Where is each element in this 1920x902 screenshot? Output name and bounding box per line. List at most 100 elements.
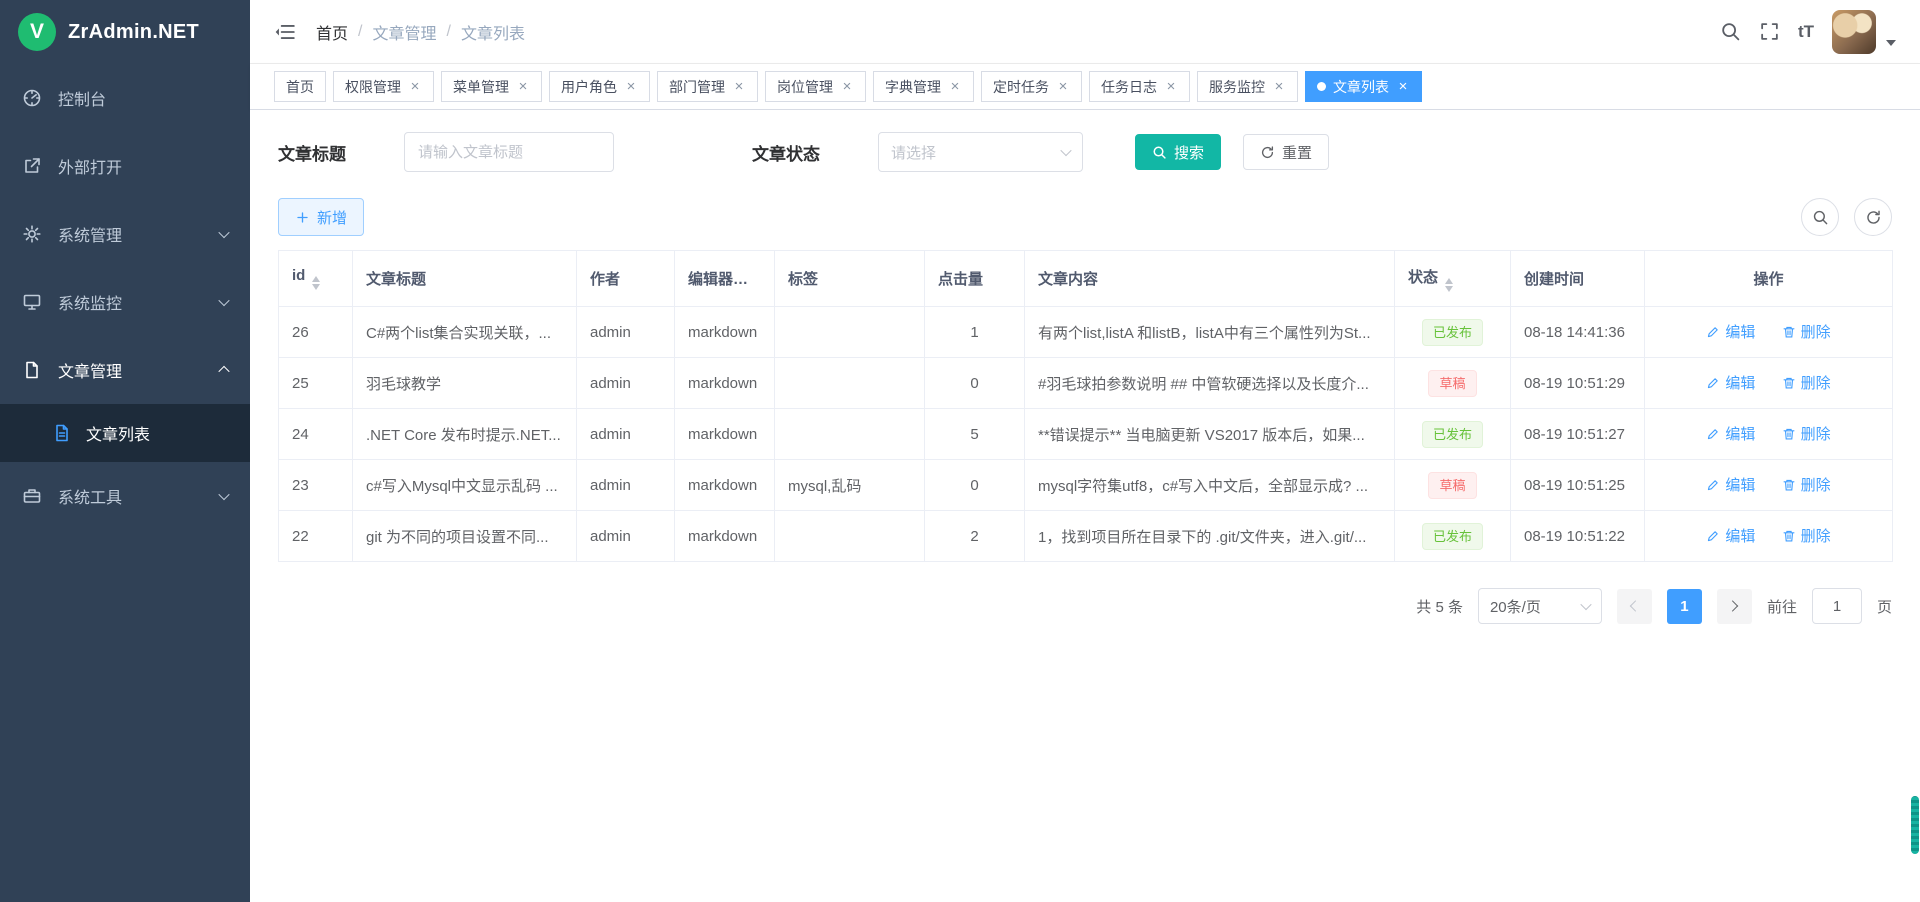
close-icon[interactable] (1164, 80, 1178, 94)
cell-content: 1，找到项目所在目录下的 .git/文件夹，进入.git/... (1025, 511, 1395, 562)
sidebar-item-system-management[interactable]: 系统管理 (0, 200, 250, 268)
tab-label: 岗位管理 (777, 77, 833, 97)
delete-link[interactable]: 删除 (1782, 372, 1831, 393)
close-icon[interactable] (516, 80, 530, 94)
search-icon (1152, 145, 1167, 160)
sidebar-item-system-monitor[interactable]: 系统监控 (0, 268, 250, 336)
tab-article-list[interactable]: 文章列表 (1305, 71, 1422, 102)
chevron-down-icon (220, 298, 228, 306)
top-bar: 首页 / 文章管理 / 文章列表 tT (250, 0, 1920, 64)
close-icon[interactable] (732, 80, 746, 94)
prev-page-button[interactable] (1617, 589, 1652, 624)
refresh-button[interactable] (1854, 198, 1892, 236)
chevron-down-icon[interactable] (1886, 40, 1896, 46)
sidebar-item-article-list[interactable]: 文章列表 (0, 404, 250, 462)
goto-page-input[interactable] (1812, 588, 1862, 624)
edit-link[interactable]: 编辑 (1706, 372, 1755, 393)
column-header-status[interactable]: 状态 (1395, 251, 1511, 307)
delete-link[interactable]: 删除 (1782, 321, 1831, 342)
delete-link[interactable]: 删除 (1782, 474, 1831, 495)
sidebar-item-external-open[interactable]: 外部打开 (0, 132, 250, 200)
sidebar: V ZrAdmin.NET 控制台 外部打开 系统管理 (0, 0, 250, 902)
breadcrumb-home[interactable]: 首页 (316, 20, 348, 44)
refresh-icon (1260, 145, 1275, 160)
search-button[interactable]: 搜索 (1135, 134, 1221, 170)
edit-link[interactable]: 编辑 (1706, 321, 1755, 342)
cell-title: .NET Core 发布时提示.NET... (353, 409, 577, 460)
avatar[interactable] (1832, 10, 1876, 54)
edit-link[interactable]: 编辑 (1706, 474, 1755, 495)
tab-dictionary-management[interactable]: 字典管理 (873, 71, 974, 102)
fullscreen-icon[interactable] (1759, 21, 1780, 42)
cell-title: 羽毛球教学 (353, 358, 577, 409)
edit-icon (1706, 427, 1720, 441)
trash-icon (1782, 376, 1796, 390)
tab-post-management[interactable]: 岗位管理 (765, 71, 866, 102)
column-label: 状态 (1408, 269, 1438, 286)
page-number-button[interactable]: 1 (1667, 589, 1702, 624)
sort-icon[interactable] (312, 276, 320, 290)
tab-service-monitor[interactable]: 服务监控 (1197, 71, 1298, 102)
article-status-select[interactable]: 请选择 (878, 132, 1083, 172)
close-icon[interactable] (1056, 80, 1070, 94)
column-label: 点击量 (938, 271, 983, 288)
close-icon[interactable] (1272, 80, 1286, 94)
edit-label: 编辑 (1725, 372, 1755, 393)
pagination-total: 共 5 条 (1416, 596, 1463, 617)
delete-label: 删除 (1801, 474, 1831, 495)
delete-link[interactable]: 删除 (1782, 423, 1831, 444)
tab-menu-management[interactable]: 菜单管理 (441, 71, 542, 102)
cell-author: admin (577, 460, 675, 511)
edit-link[interactable]: 编辑 (1706, 423, 1755, 444)
cell-content: **错误提示** 当电脑更新 VS2017 版本后，如果... (1025, 409, 1395, 460)
close-icon[interactable] (1396, 80, 1410, 94)
cell-clicks: 0 (925, 460, 1025, 511)
column-header-id[interactable]: id (279, 251, 353, 307)
table-row: 25 羽毛球教学 admin markdown 0 #羽毛球拍参数说明 ## 中… (279, 358, 1893, 409)
font-size-icon[interactable]: tT (1798, 22, 1814, 42)
page-size-select[interactable]: 20条/页 (1478, 588, 1602, 624)
status-badge: 草稿 (1428, 472, 1476, 499)
chevron-down-icon (1060, 145, 1071, 156)
cell-title: git 为不同的项目设置不同... (353, 511, 577, 562)
column-header-title: 文章标题 (353, 251, 577, 307)
close-icon[interactable] (624, 80, 638, 94)
edit-label: 编辑 (1725, 474, 1755, 495)
breadcrumb-article-management[interactable]: 文章管理 (372, 20, 436, 44)
tab-task-logs[interactable]: 任务日志 (1089, 71, 1190, 102)
table-row: 26 C#两个list集合实现关联，... admin markdown 1 有… (279, 307, 1893, 358)
goto-label: 前往 (1767, 596, 1797, 617)
scrollbar-thumb[interactable] (1911, 796, 1919, 854)
sidebar-item-system-tools[interactable]: 系统工具 (0, 462, 250, 530)
delete-link[interactable]: 删除 (1782, 525, 1831, 546)
sidebar-item-dashboard[interactable]: 控制台 (0, 64, 250, 132)
delete-label: 删除 (1801, 525, 1831, 546)
edit-link[interactable]: 编辑 (1706, 525, 1755, 546)
close-icon[interactable] (840, 80, 854, 94)
sidebar-item-article-management[interactable]: 文章管理 (0, 336, 250, 404)
reset-button[interactable]: 重置 (1243, 134, 1329, 170)
search-toggle-button[interactable] (1801, 198, 1839, 236)
menu-collapse-icon[interactable] (274, 21, 296, 43)
trash-icon (1782, 325, 1796, 339)
tab-home[interactable]: 首页 (274, 71, 326, 102)
cell-author: admin (577, 358, 675, 409)
cell-clicks: 0 (925, 358, 1025, 409)
active-tab-dot (1317, 82, 1326, 91)
next-page-button[interactable] (1717, 589, 1752, 624)
add-button[interactable]: 新增 (278, 198, 364, 236)
add-button-label: 新增 (317, 207, 347, 228)
tab-department-management[interactable]: 部门管理 (657, 71, 758, 102)
app-logo[interactable]: V ZrAdmin.NET (0, 0, 250, 64)
close-icon[interactable] (408, 80, 422, 94)
tab-scheduled-tasks[interactable]: 定时任务 (981, 71, 1082, 102)
article-title-input[interactable] (404, 132, 614, 172)
tab-permissions[interactable]: 权限管理 (333, 71, 434, 102)
dashboard-icon (22, 88, 42, 108)
logo-letter: V (30, 20, 44, 44)
tab-user-roles[interactable]: 用户角色 (549, 71, 650, 102)
search-icon[interactable] (1720, 21, 1741, 42)
sort-icon[interactable] (1445, 278, 1453, 292)
close-icon[interactable] (948, 80, 962, 94)
table-toolbar: 新增 (278, 198, 1892, 236)
